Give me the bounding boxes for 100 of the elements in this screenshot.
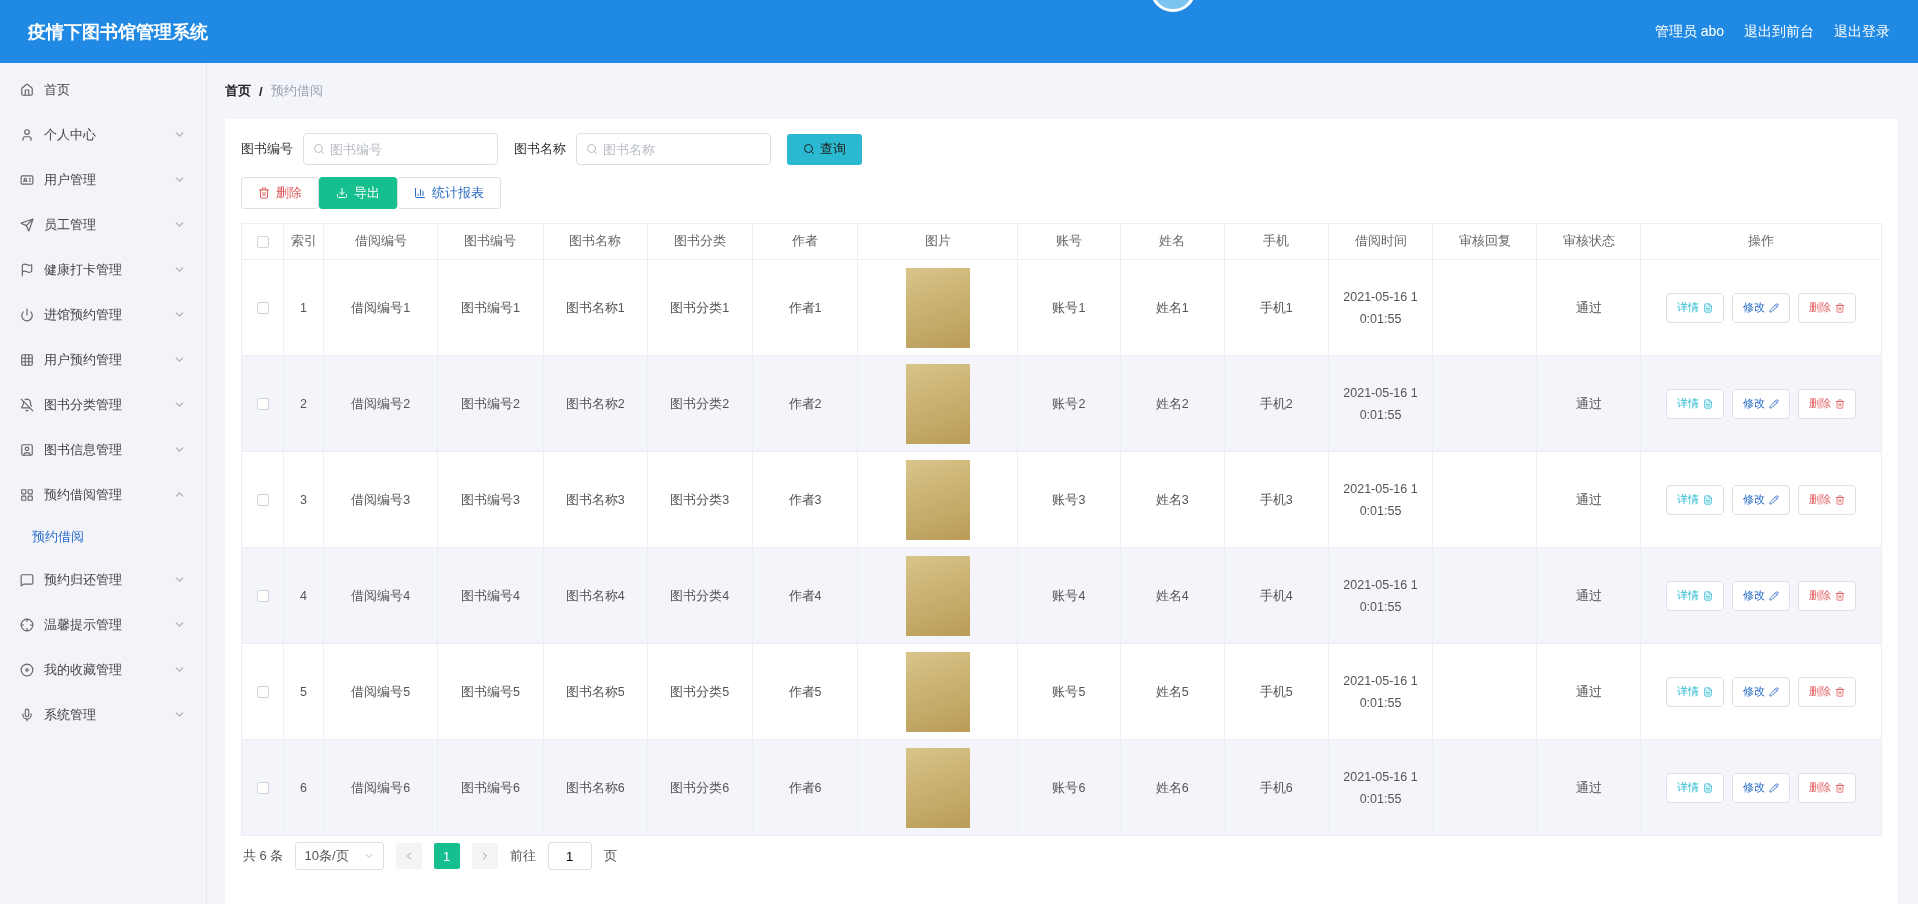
table-cell: 账号4 bbox=[1017, 547, 1121, 644]
table-cell: 作者2 bbox=[752, 355, 858, 452]
table-cell: 图书编号5 bbox=[437, 643, 543, 740]
column-header: 借阅编号 bbox=[323, 223, 438, 260]
bar-chart-icon bbox=[414, 187, 426, 199]
column-header: 借阅时间 bbox=[1328, 223, 1433, 260]
table-cell: 2021-05-16 10:01:55 bbox=[1328, 355, 1433, 452]
delete-button[interactable]: 删除 bbox=[1798, 292, 1857, 323]
sidebar-item[interactable]: 温馨提示管理 bbox=[0, 602, 206, 647]
pencil-icon bbox=[1769, 686, 1780, 697]
edit-button[interactable]: 修改 bbox=[1732, 676, 1791, 707]
table-cell: 作者3 bbox=[752, 451, 858, 548]
table-cell: 2021-05-16 10:01:55 bbox=[1328, 451, 1433, 548]
table-cell: 4 bbox=[283, 547, 324, 644]
sidebar-item[interactable]: 我的收藏管理 bbox=[0, 647, 206, 692]
table-cell: 借阅编号5 bbox=[323, 643, 438, 740]
row-checkbox[interactable] bbox=[256, 686, 269, 699]
sidebar-item[interactable]: 预约借阅管理 bbox=[0, 472, 206, 517]
sidebar-item[interactable]: 首页 bbox=[0, 67, 206, 112]
search-button[interactable]: 查询 bbox=[787, 133, 862, 165]
column-header: 作者 bbox=[752, 223, 858, 260]
menu-icon bbox=[20, 397, 34, 412]
table-cell: 图书编号6 bbox=[437, 739, 543, 836]
pencil-icon bbox=[1769, 302, 1780, 313]
edit-button[interactable]: 修改 bbox=[1732, 388, 1791, 419]
table-cell: 图书编号1 bbox=[437, 259, 543, 356]
select-all-checkbox[interactable] bbox=[256, 236, 269, 249]
next-page-button[interactable] bbox=[471, 843, 498, 869]
table-cell: 2021-05-16 10:01:55 bbox=[1328, 739, 1433, 836]
table-cell: 姓名3 bbox=[1120, 451, 1225, 548]
menu-icon bbox=[20, 707, 34, 722]
breadcrumb-link[interactable]: 首页 bbox=[225, 82, 251, 100]
edit-button[interactable]: 修改 bbox=[1732, 580, 1791, 611]
table-cell: 手机1 bbox=[1224, 259, 1329, 356]
column-header: 操作 bbox=[1640, 223, 1882, 260]
pencil-icon bbox=[1769, 494, 1780, 505]
app-title: 疫情下图书馆管理系统 bbox=[28, 20, 208, 44]
sidebar-item[interactable]: 系统管理 bbox=[0, 692, 206, 737]
table-cell: 6 bbox=[283, 739, 324, 836]
sidebar-item[interactable]: 图书分类管理 bbox=[0, 382, 206, 427]
sidebar-item[interactable]: 预约归还管理 bbox=[0, 557, 206, 602]
header-link[interactable]: 退出登录 bbox=[1834, 22, 1890, 41]
column-header: 审核回复 bbox=[1432, 223, 1537, 260]
search-field[interactable]: 图书名称 bbox=[576, 133, 771, 165]
menu-icon bbox=[20, 442, 34, 457]
menu-icon bbox=[20, 217, 34, 232]
download-icon bbox=[336, 187, 348, 199]
edit-button[interactable]: 修改 bbox=[1732, 292, 1791, 323]
field-label: 图书名称 bbox=[514, 140, 566, 158]
goto-page-field[interactable]: 1 bbox=[547, 842, 592, 870]
column-header: 手机 bbox=[1224, 223, 1329, 260]
chart-button[interactable]: 统计报表 bbox=[397, 177, 501, 209]
sidebar-item[interactable]: 用户管理 bbox=[0, 157, 206, 202]
sidebar-item[interactable]: 图书信息管理 bbox=[0, 427, 206, 472]
table-cell: 姓名5 bbox=[1120, 643, 1225, 740]
goto-label: 前往 bbox=[509, 847, 536, 865]
trash-icon bbox=[1835, 686, 1846, 697]
header-link[interactable]: 管理员 abo bbox=[1654, 22, 1724, 41]
row-checkbox[interactable] bbox=[256, 302, 269, 315]
table-cell: 账号3 bbox=[1017, 451, 1121, 548]
table-cell: 手机3 bbox=[1224, 451, 1329, 548]
table-cell: 图书编号3 bbox=[437, 451, 543, 548]
row-checkbox[interactable] bbox=[256, 398, 269, 411]
breadcrumb-separator: / bbox=[259, 83, 263, 99]
table-cell: 手机5 bbox=[1224, 643, 1329, 740]
delete-button[interactable]: 删除 bbox=[1798, 772, 1857, 803]
table-cell: 手机4 bbox=[1224, 547, 1329, 644]
search-icon bbox=[586, 143, 598, 155]
sidebar-item[interactable]: 用户预约管理 bbox=[0, 337, 206, 382]
header-link[interactable]: 退出到前台 bbox=[1744, 22, 1814, 41]
sidebar-item[interactable]: 进馆预约管理 bbox=[0, 292, 206, 337]
table-cell: 账号2 bbox=[1017, 355, 1121, 452]
prev-page-button[interactable] bbox=[395, 843, 422, 869]
sidebar-item[interactable]: 员工管理 bbox=[0, 202, 206, 247]
sidebar-subitem[interactable]: 预约借阅 bbox=[0, 517, 206, 557]
table-cell: 姓名2 bbox=[1120, 355, 1225, 452]
delete-button[interactable]: 删除 bbox=[1798, 580, 1857, 611]
row-checkbox[interactable] bbox=[256, 590, 269, 603]
edit-button[interactable]: 修改 bbox=[1732, 772, 1791, 803]
delete-button[interactable]: 删除 bbox=[1798, 676, 1857, 707]
total-count: 共 6 条 bbox=[243, 847, 284, 865]
sidebar-item[interactable]: 个人中心 bbox=[0, 112, 206, 157]
trash-icon bbox=[1835, 398, 1846, 409]
column-header: 姓名 bbox=[1120, 223, 1225, 260]
delete-button[interactable]: 删除 bbox=[1798, 388, 1857, 419]
sidebar-item[interactable]: 健康打卡管理 bbox=[0, 247, 206, 292]
table-cell: 借阅编号1 bbox=[323, 259, 438, 356]
search-field[interactable]: 图书编号 bbox=[303, 133, 498, 165]
page-size-select[interactable]: 10条/页 bbox=[295, 842, 384, 870]
delete-button[interactable]: 删除 bbox=[1798, 484, 1857, 515]
row-checkbox[interactable] bbox=[256, 782, 269, 795]
table-cell: 2021-05-16 10:01:55 bbox=[1328, 643, 1433, 740]
column-header: 图书名称 bbox=[543, 223, 648, 260]
edit-button[interactable]: 修改 bbox=[1732, 484, 1791, 515]
table-cell: 图书分类2 bbox=[647, 355, 753, 452]
table-cell: 1 bbox=[283, 259, 324, 356]
menu-icon bbox=[20, 352, 34, 367]
table-cell: 作者5 bbox=[752, 643, 858, 740]
row-checkbox[interactable] bbox=[256, 494, 269, 507]
delete-button[interactable]: 删除 bbox=[241, 177, 319, 209]
